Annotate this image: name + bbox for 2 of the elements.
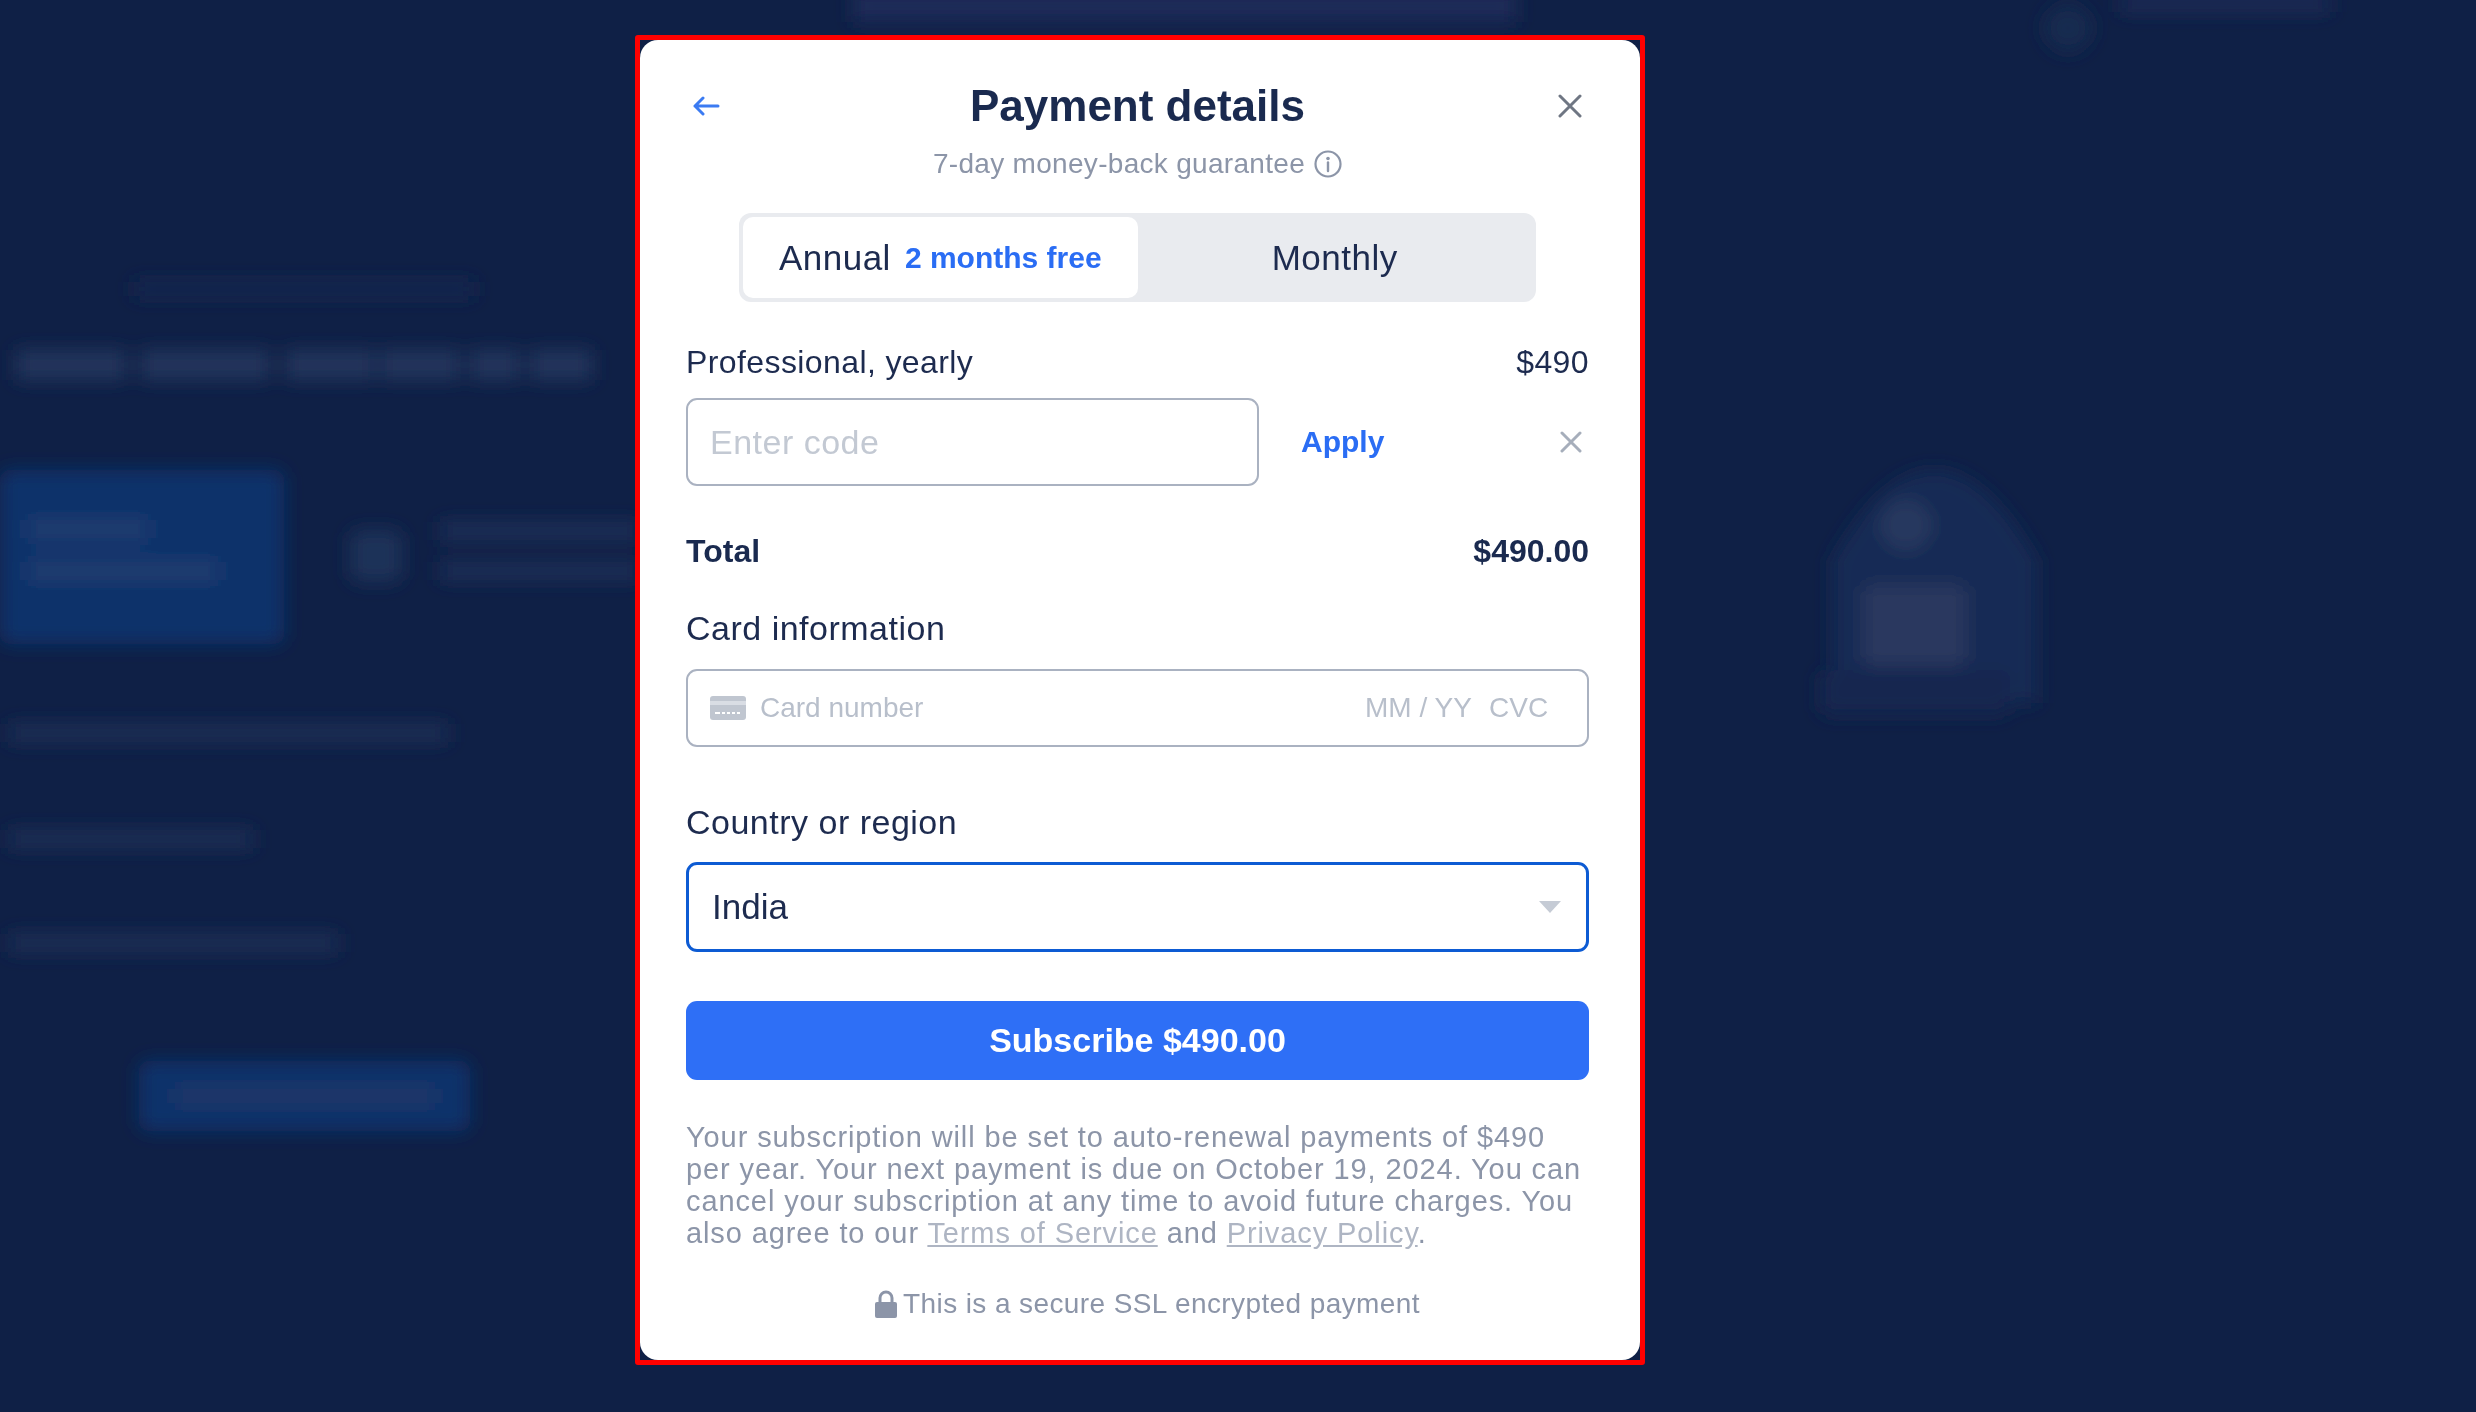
- secure-payment-note: This is a secure SSL encrypted payment: [903, 1287, 1420, 1321]
- subscription-disclaimer: Your subscription will be set to auto-renewal payments of $490 per year. Your next payment is due on October 19, 2024. You can cancel your subscription at any time to avoid future charges. You also agree to our Terms of Service and Privacy Policy.: [686, 1121, 1583, 1249]
